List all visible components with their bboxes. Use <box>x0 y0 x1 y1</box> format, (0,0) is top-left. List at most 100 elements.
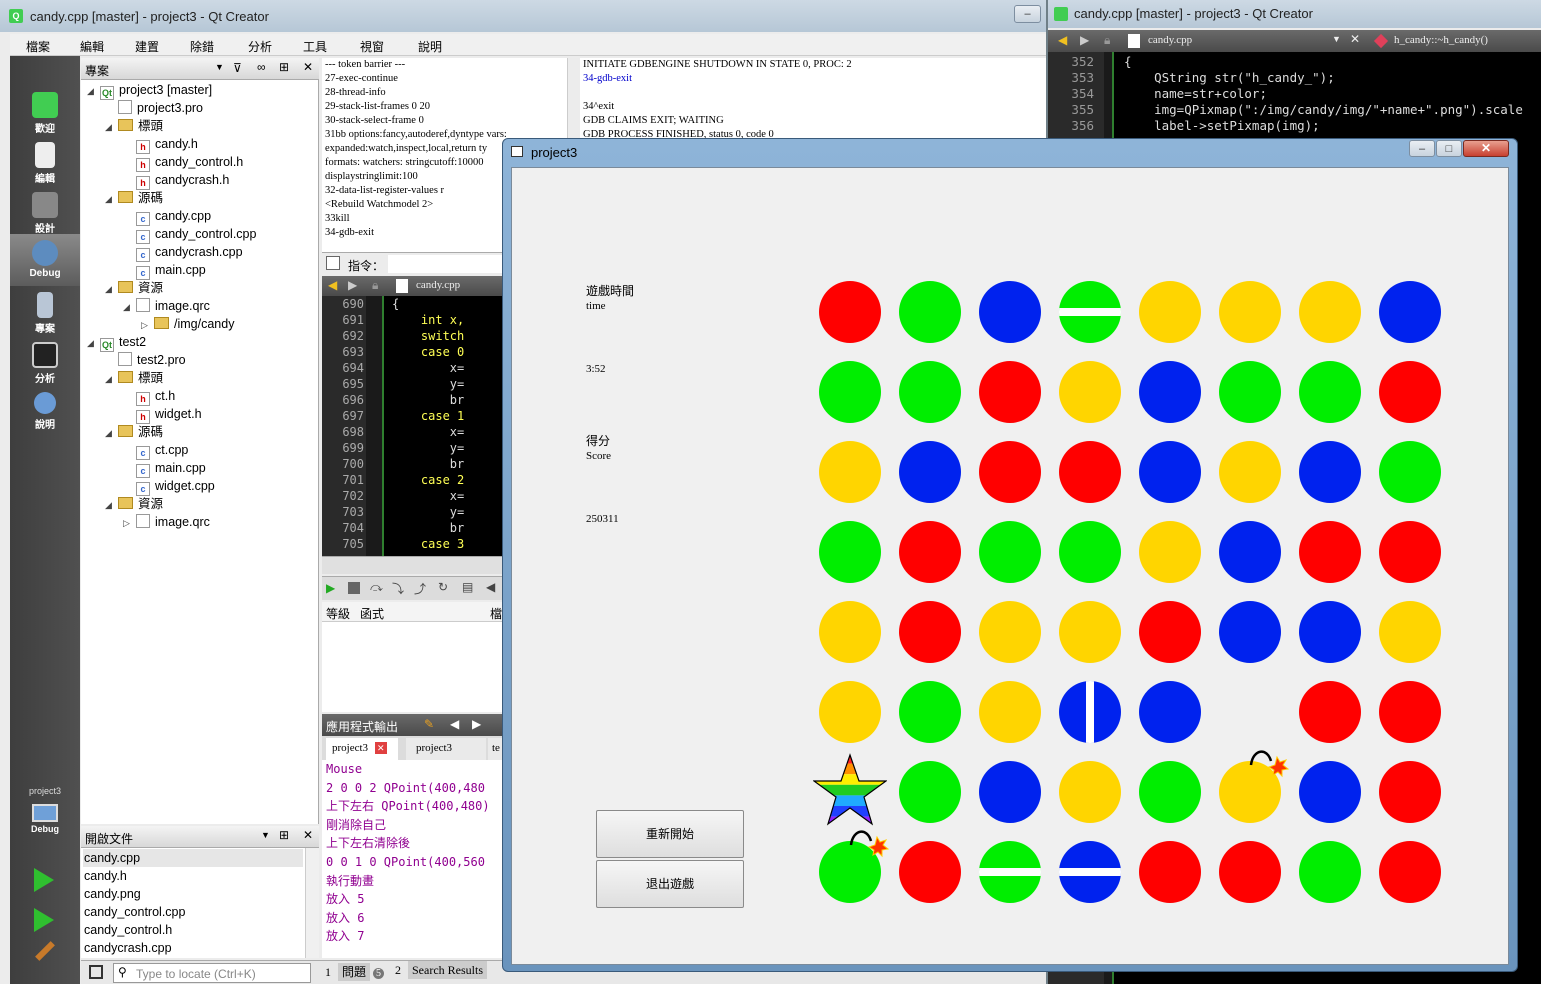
next-icon[interactable]: ▶ <box>472 717 481 731</box>
expand-arrow-icon[interactable]: ▷ <box>141 316 151 334</box>
menu-help[interactable]: 說明 <box>418 38 442 55</box>
red-candy[interactable] <box>979 361 1041 423</box>
close-icon[interactable]: ✕ <box>303 60 313 74</box>
run-button[interactable] <box>34 868 54 892</box>
open-document-item[interactable]: candy_control.cpp <box>83 903 303 921</box>
yellow-candy[interactable] <box>979 601 1041 663</box>
yellow-candy[interactable] <box>1299 281 1361 343</box>
sidebar-toggle-icon[interactable] <box>89 965 103 979</box>
green-candy[interactable] <box>1059 521 1121 583</box>
mode-analyze[interactable]: 分析 <box>10 336 80 386</box>
restart-icon[interactable]: ↻ <box>438 580 448 594</box>
minimize-button[interactable]: – <box>1014 5 1041 23</box>
tree-item[interactable]: ◢ image.qrc <box>123 297 210 315</box>
tree-item[interactable]: ◢ Qt test2 <box>87 333 146 352</box>
tree-item[interactable]: h candy.h <box>123 135 198 154</box>
red-candy[interactable] <box>1379 841 1441 903</box>
close-icon[interactable]: ✕ <box>1350 32 1360 46</box>
locator-input[interactable]: ⚲ Type to locate (Ctrl+K) <box>113 963 311 983</box>
rainbow-star-candy[interactable] <box>813 753 887 827</box>
red-candy[interactable] <box>899 601 961 663</box>
yellow-candy[interactable] <box>1059 361 1121 423</box>
tree-item[interactable]: h ct.h <box>123 387 175 406</box>
menu-debug[interactable]: 除錯 <box>190 38 214 55</box>
blue-candy[interactable] <box>1139 681 1201 743</box>
menu-file[interactable]: 檔案 <box>26 38 50 55</box>
expand-arrow-icon[interactable]: ◢ <box>105 280 115 298</box>
mode-projects[interactable]: 專案 <box>10 286 80 336</box>
blue-candy[interactable] <box>1219 521 1281 583</box>
stack-view[interactable] <box>322 622 507 712</box>
mode-debug[interactable]: Debug <box>10 234 80 286</box>
tree-item[interactable]: c ct.cpp <box>123 441 188 460</box>
restart-button[interactable]: 重新開始 <box>596 810 744 858</box>
blue-candy[interactable] <box>1059 681 1121 743</box>
open-document-item[interactable]: candy_control.h <box>83 921 303 939</box>
tree-item[interactable]: h widget.h <box>123 405 202 424</box>
mode-design[interactable]: 設計 <box>10 186 80 236</box>
quit-button[interactable]: 退出遊戲 <box>596 860 744 908</box>
green-candy[interactable] <box>819 361 881 423</box>
menu-window[interactable]: 視窗 <box>360 38 384 55</box>
menu-tools[interactable]: 工具 <box>303 38 327 55</box>
link-icon[interactable]: ∞ <box>257 60 266 74</box>
green-candy[interactable] <box>899 361 961 423</box>
prev-icon[interactable]: ◀ <box>450 717 459 731</box>
green-candy[interactable] <box>1379 441 1441 503</box>
blue-candy[interactable] <box>979 281 1041 343</box>
split-icon[interactable]: ⊞ <box>279 828 289 842</box>
tree-item[interactable]: h candycrash.h <box>123 171 229 190</box>
red-candy[interactable] <box>1379 361 1441 423</box>
tree-item[interactable]: c candycrash.cpp <box>123 243 243 262</box>
tree-item[interactable]: ◢ Qt project3 [master] <box>87 81 212 100</box>
menu-edit[interactable]: 編輯 <box>80 38 104 55</box>
expand-arrow-icon[interactable]: ◢ <box>87 334 97 352</box>
clear-icon[interactable]: ✎ <box>424 717 434 731</box>
blue-candy[interactable] <box>1299 601 1361 663</box>
blue-candy[interactable] <box>1139 441 1201 503</box>
tree-item[interactable]: c main.cpp <box>123 261 206 280</box>
blue-candy[interactable] <box>1059 841 1121 903</box>
step-over-icon[interactable]: ⤼ <box>370 580 383 595</box>
tree-item[interactable]: ◢ 資源 <box>105 279 163 297</box>
tab-project3-1[interactable]: project3 ✕ <box>326 738 398 760</box>
tree-item[interactable]: ◢ 源碼 <box>105 189 163 207</box>
chevron-down-icon[interactable]: ▼ <box>1332 34 1341 44</box>
tree-item[interactable]: c widget.cpp <box>123 477 215 496</box>
open-documents-title[interactable]: 開啟文件 <box>85 830 133 847</box>
expand-arrow-icon[interactable]: ◢ <box>87 82 97 100</box>
blue-candy[interactable] <box>1139 361 1201 423</box>
green-candy[interactable] <box>819 521 881 583</box>
mode-edit[interactable]: 編輯 <box>10 136 80 186</box>
forward-arrow-icon[interactable]: ▶ <box>1080 33 1089 47</box>
mode-welcome[interactable]: 歡迎 <box>10 86 80 136</box>
green-candy[interactable] <box>899 281 961 343</box>
search-results-tab[interactable]: 2 Search Results <box>391 961 487 983</box>
minimize-button[interactable]: – <box>1409 140 1435 157</box>
red-candy[interactable] <box>1379 521 1441 583</box>
editor-file-select[interactable]: candy.cpp <box>416 279 460 291</box>
yellow-candy[interactable] <box>819 441 881 503</box>
open-document-item[interactable]: candy.cpp <box>83 849 303 867</box>
blue-candy[interactable] <box>1379 281 1441 343</box>
build-hammer-icon[interactable] <box>35 941 55 961</box>
expand-arrow-icon[interactable]: ◢ <box>105 118 115 136</box>
blue-candy[interactable] <box>979 761 1041 823</box>
issues-tab[interactable]: 1 問題 5 <box>321 963 385 983</box>
yellow-candy[interactable] <box>1219 441 1281 503</box>
blue-candy[interactable] <box>1299 761 1361 823</box>
red-candy[interactable] <box>1139 601 1201 663</box>
red-candy[interactable] <box>1379 681 1441 743</box>
projects-view-select[interactable]: 專案 <box>85 62 109 79</box>
red-candy[interactable] <box>1219 841 1281 903</box>
reverse-icon[interactable]: ◀ <box>486 580 495 594</box>
yellow-candy[interactable] <box>1379 601 1441 663</box>
close-button[interactable]: ✕ <box>1463 140 1509 157</box>
forward-arrow-icon[interactable]: ▶ <box>348 278 357 292</box>
chevron-down-icon[interactable]: ▼ <box>261 830 270 840</box>
yellow-candy[interactable] <box>1059 761 1121 823</box>
open-document-item[interactable]: candy.png <box>83 885 303 903</box>
expand-arrow-icon[interactable]: ◢ <box>123 298 133 316</box>
green-candy[interactable] <box>1059 281 1121 343</box>
open-document-item[interactable]: candycrash.cpp <box>83 939 303 957</box>
